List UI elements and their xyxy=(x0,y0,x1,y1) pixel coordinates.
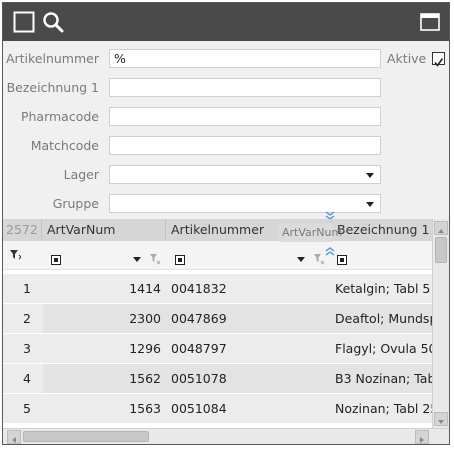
row-index: 4 xyxy=(23,371,31,386)
row-index: 5 xyxy=(23,401,31,416)
artikelnummer-input[interactable]: % xyxy=(109,49,381,68)
cell-artikelnummer[interactable]: 0051078 xyxy=(171,364,331,393)
filter-icon[interactable] xyxy=(9,249,21,261)
aktive-label: Aktive xyxy=(387,51,427,66)
column-drag-tooltip: ArtVarNum xyxy=(279,223,342,242)
toolbar xyxy=(3,3,449,41)
cell-bezeichnung[interactable]: Ketalgin; Tabl 5 xyxy=(335,274,432,303)
chevron-down-icon xyxy=(438,420,444,424)
scroll-down-button[interactable] xyxy=(434,412,448,426)
bezeichnung-input[interactable] xyxy=(109,78,381,97)
chevron-down-icon[interactable] xyxy=(133,257,141,263)
cell-artikelnummer[interactable]: 0041832 xyxy=(171,274,331,303)
cell-artvarnum[interactable]: 1563 xyxy=(43,394,161,423)
filter-checkbox-bezeichnung[interactable] xyxy=(337,255,347,265)
checkmark-icon xyxy=(434,58,444,67)
chevron-down-icon xyxy=(366,202,374,207)
cell-artvarnum[interactable]: 1296 xyxy=(43,334,161,363)
vertical-scroll-thumb[interactable] xyxy=(435,237,447,263)
lager-select[interactable] xyxy=(109,165,381,184)
matchcode-input[interactable] xyxy=(109,136,381,155)
column-header-count[interactable]: 2572 xyxy=(3,219,41,241)
row-index: 3 xyxy=(23,341,31,356)
grid-header: 2572 ArtVarNum Artikelnummer Bezeichnung… xyxy=(3,219,432,241)
aktive-checkbox[interactable] xyxy=(432,52,445,67)
column-header-artvarnum[interactable]: ArtVarNum xyxy=(41,219,165,241)
gruppe-select[interactable] xyxy=(109,194,381,213)
chevron-left-icon xyxy=(12,437,16,443)
lager-label: Lager xyxy=(63,167,99,182)
cell-bezeichnung[interactable]: B3 Nozinan; Tab xyxy=(335,364,432,393)
scroll-up-button[interactable] xyxy=(434,221,448,235)
cell-artikelnummer[interactable]: 0048797 xyxy=(171,334,331,363)
pharmacode-input[interactable] xyxy=(109,107,381,126)
row-index: 2 xyxy=(23,311,31,326)
filter-checkbox-artikelnummer[interactable] xyxy=(175,255,185,265)
table-row[interactable]: 2 2300 0047869 Deaftol; Mundsp xyxy=(3,304,432,334)
cell-bezeichnung[interactable]: Nozinan; Tabl 25 xyxy=(335,394,432,423)
matchcode-label: Matchcode xyxy=(30,138,99,153)
square-icon[interactable] xyxy=(13,11,35,33)
cell-bezeichnung[interactable]: Flagyl; Ovula 50 xyxy=(335,334,432,363)
gruppe-label: Gruppe xyxy=(52,196,99,211)
cell-artikelnummer[interactable]: 0051084 xyxy=(171,394,331,423)
cell-artvarnum[interactable]: 1562 xyxy=(43,364,161,393)
cell-artvarnum[interactable]: 2300 xyxy=(43,304,161,333)
chevron-down-icon xyxy=(366,173,374,178)
table-row[interactable]: 4 1562 0051078 B3 Nozinan; Tab xyxy=(3,364,432,394)
expand-chevron-icon[interactable] xyxy=(325,246,335,256)
chevron-down-icon[interactable] xyxy=(297,257,305,263)
horizontal-scroll-thumb[interactable] xyxy=(23,431,149,442)
filter-checkbox-artvarnum[interactable] xyxy=(51,255,61,265)
clear-filter-icon[interactable] xyxy=(149,253,161,265)
table-row[interactable]: 3 1296 0048797 Flagyl; Ovula 50 xyxy=(3,334,432,364)
chevron-up-icon xyxy=(438,229,444,233)
cell-artikelnummer[interactable]: 0047869 xyxy=(171,304,331,333)
artikelnummer-label: Artikelnummer xyxy=(5,51,99,66)
table-row[interactable]: 1 1414 0041832 Ketalgin; Tabl 5 xyxy=(3,274,432,304)
pharmacode-label: Pharmacode xyxy=(20,109,99,124)
results-grid: 2572 ArtVarNum Artikelnummer Bezeichnung… xyxy=(3,219,432,428)
bezeichnung-label: Bezeichnung 1 xyxy=(6,80,99,95)
filter-row xyxy=(3,241,432,270)
cell-bezeichnung[interactable]: Deaftol; Mundsp xyxy=(335,304,432,333)
cell-artvarnum[interactable]: 1414 xyxy=(43,274,161,303)
row-index: 1 xyxy=(23,281,31,296)
horizontal-scrollbar[interactable] xyxy=(3,428,449,444)
scroll-right-button[interactable] xyxy=(415,430,429,444)
clear-filter-icon[interactable] xyxy=(313,253,325,265)
search-icon[interactable] xyxy=(42,11,64,33)
maximize-icon[interactable] xyxy=(419,11,441,33)
vertical-scrollbar[interactable] xyxy=(432,219,449,428)
column-header-bezeichnung[interactable]: Bezeichnung 1 xyxy=(331,219,432,241)
table-row[interactable]: 5 1563 0051084 Nozinan; Tabl 25 xyxy=(3,394,432,424)
scroll-left-button[interactable] xyxy=(7,430,21,444)
chevron-right-icon xyxy=(420,437,424,443)
app-window: Artikelnummer % Aktive Bezeichnung 1 Pha… xyxy=(2,2,450,445)
search-form: Artikelnummer % Aktive Bezeichnung 1 Pha… xyxy=(3,41,449,220)
